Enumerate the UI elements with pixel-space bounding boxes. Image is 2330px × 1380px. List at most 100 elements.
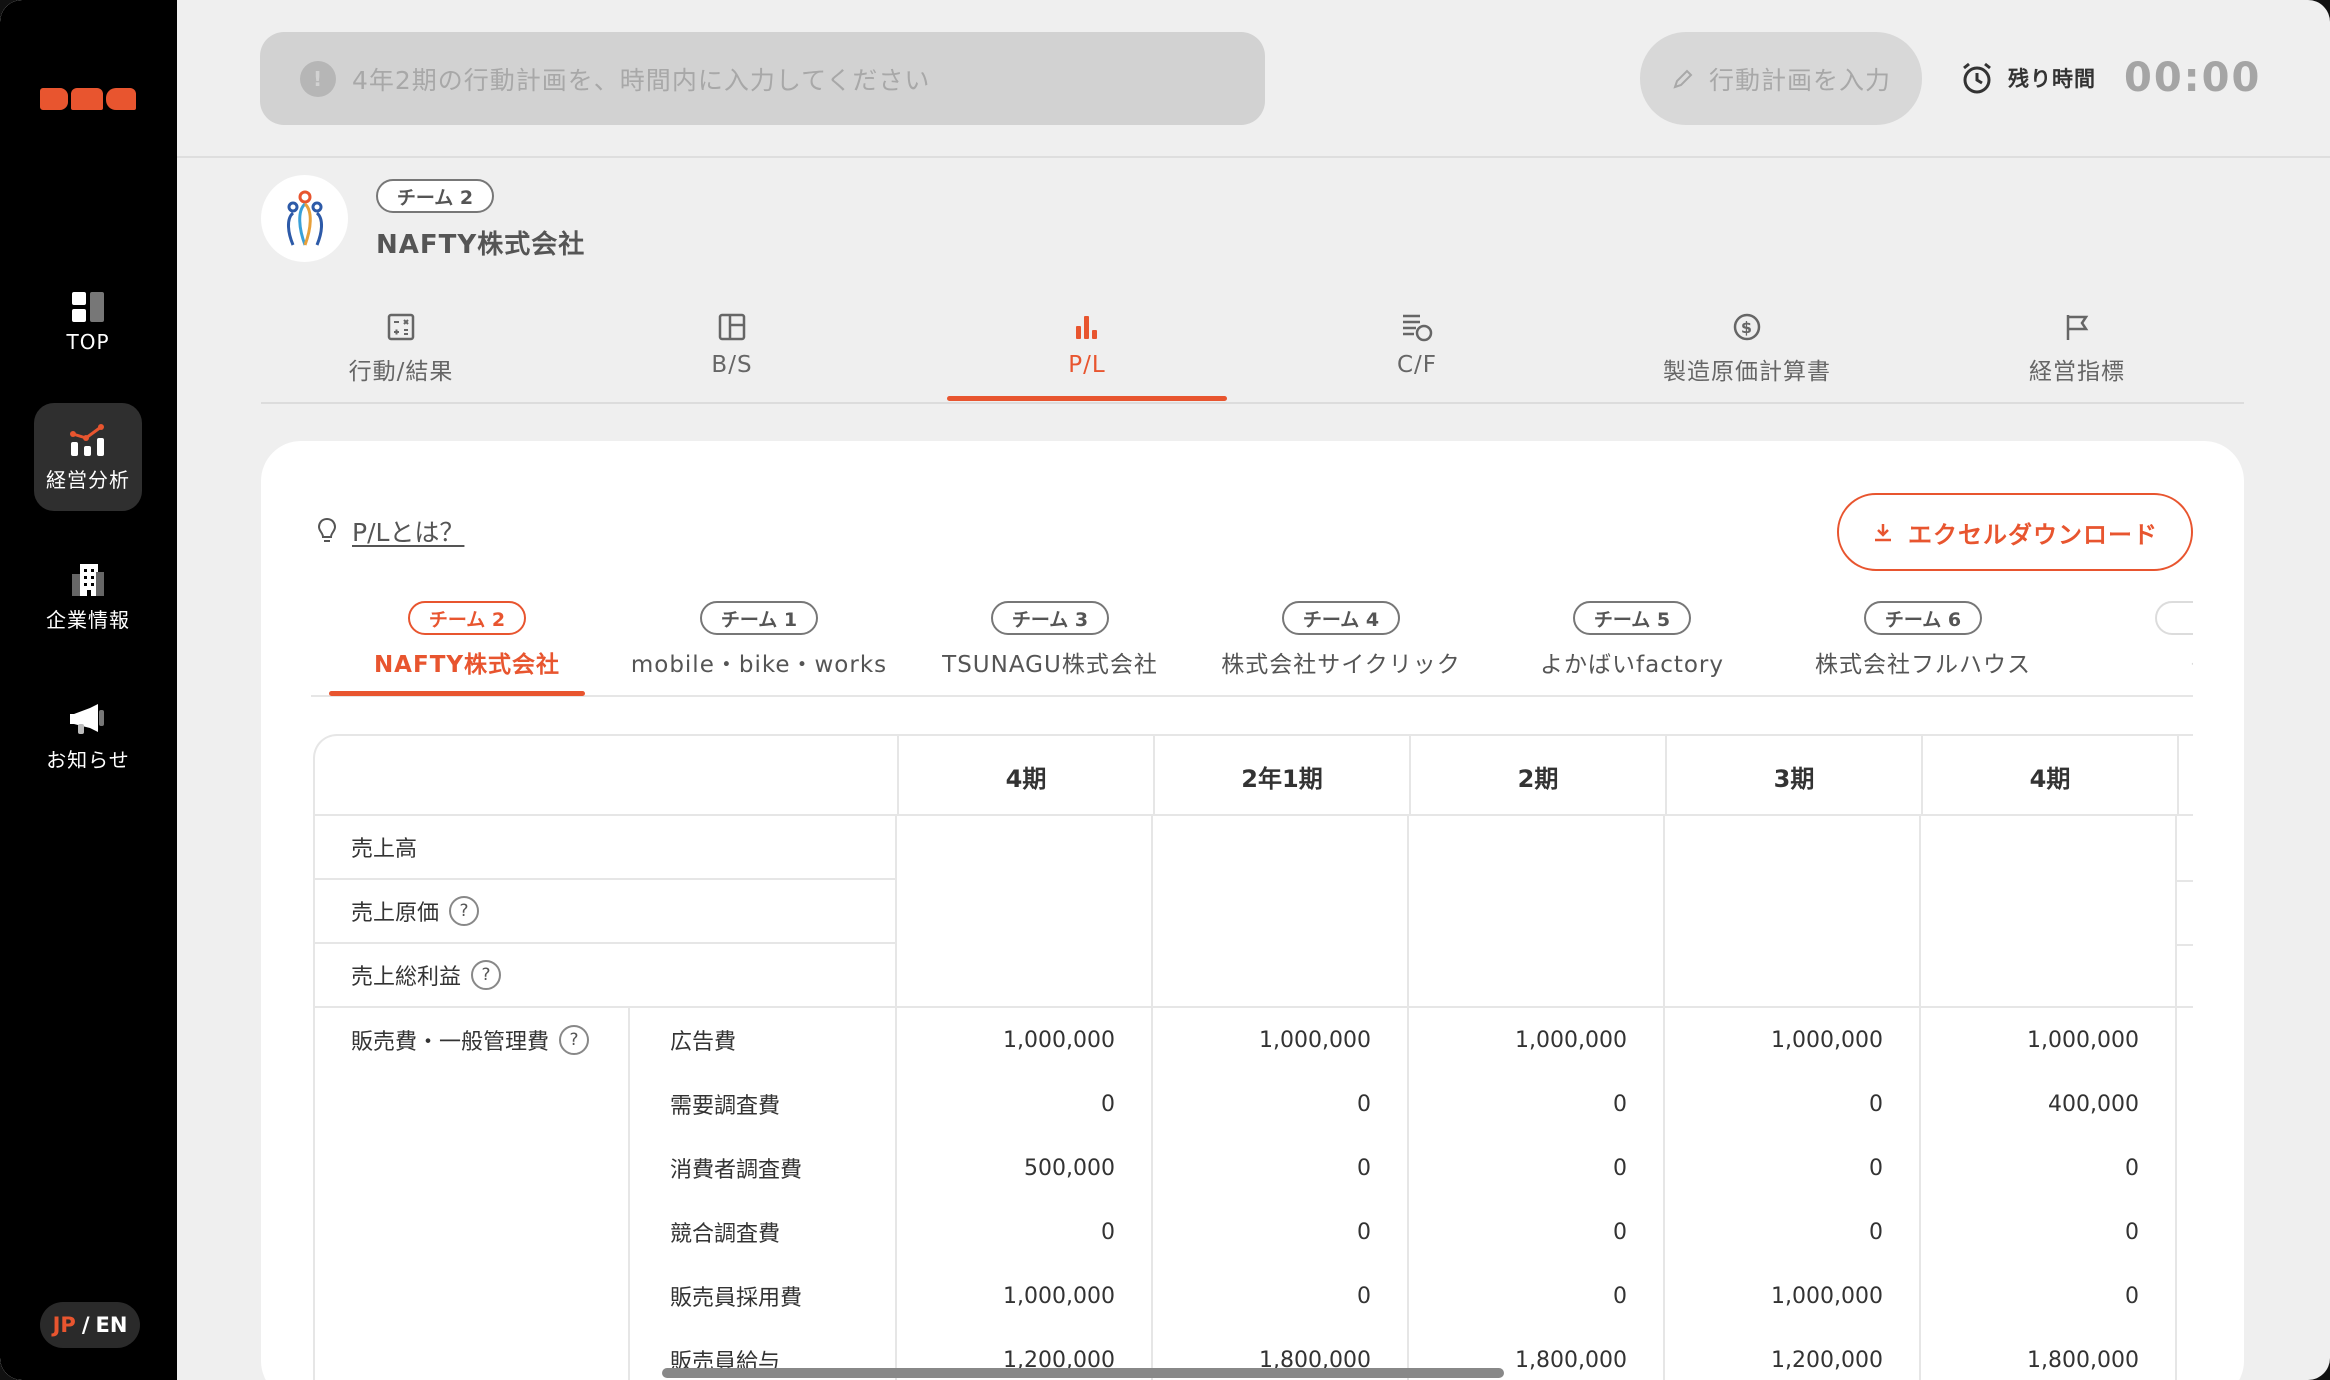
coins-icon [1403, 314, 1433, 342]
lang-jp[interactable]: JP [53, 1313, 76, 1337]
help-link-text: P/Lとは？ [352, 518, 465, 547]
pl-table: 4期 2年1期 2期 3期 4期 売上高 売上原価 ? 売上総利益 ? 販売費・… [313, 734, 2193, 1380]
table-cell: 0 [1869, 1155, 1883, 1181]
sidebar-item-analysis[interactable]: 経営分析 [34, 403, 142, 511]
tab-label: 経営指標 [2029, 359, 2125, 385]
table-cell: 0 [1357, 1091, 1371, 1117]
team-tab-5[interactable]: チーム 5 よかばいfactory [1497, 601, 1767, 679]
tab-bs[interactable]: B/S [592, 312, 872, 378]
sidebar-item-label: 企業情報 [46, 607, 130, 632]
dollar-icon: $ [1733, 313, 1761, 341]
language-switch[interactable]: JP / EN [40, 1302, 140, 1348]
table-cell: 0 [1357, 1219, 1371, 1245]
bmg-logo[interactable] [40, 70, 138, 110]
sga-item-label: 消費者調査費 [670, 1158, 803, 1183]
tab-manufacturing-cost[interactable]: $ 製造原価計算書 [1607, 312, 1887, 386]
team-name: mobile・bike・works [630, 652, 888, 678]
table-cell: 0 [2125, 1155, 2139, 1181]
enter-action-plan-button[interactable]: 行動計画を入力 [1640, 32, 1922, 125]
table-cell: 1,000,000 [1771, 1283, 1883, 1309]
help-question-icon[interactable]: ? [471, 960, 502, 990]
column-header: 4期 [897, 736, 1153, 816]
column-header: 3期 [1665, 736, 1921, 816]
pl-card: P/Lとは？ エクセルダウンロード チーム 2 NAFTY株式会社 チーム 1 … [261, 441, 2244, 1380]
tab-cf[interactable]: C/F [1277, 312, 1557, 378]
table-cell: 500,000 [1024, 1155, 1115, 1181]
pl-help-link[interactable]: P/Lとは？ [316, 513, 464, 549]
plan-button-label: 行動計画を入力 [1708, 65, 1891, 95]
sidebar-item-news[interactable]: お知らせ [34, 683, 142, 791]
tab-label: P/L [1068, 352, 1106, 378]
row-label: 売上原価 [351, 901, 440, 926]
help-question-icon[interactable]: ? [449, 896, 480, 926]
top-divider [177, 156, 2330, 158]
team-badge: チーム 5 [1573, 601, 1691, 635]
team-badge: チーム 4 [1282, 601, 1400, 635]
sidebar-item-top[interactable]: TOP [34, 268, 142, 376]
row-label: 売上高 [351, 837, 418, 862]
column-divider [628, 1008, 630, 1380]
table-cell: 0 [1101, 1219, 1115, 1245]
lang-en[interactable]: EN [95, 1313, 127, 1337]
action-plan-notice: ! 4年2期の行動計画を、時間内に入力してください [260, 32, 1265, 125]
sga-item-label: 販売員採用費 [670, 1286, 803, 1311]
row-gross-profit: 売上総利益 ? [315, 944, 897, 1008]
team-tab-3[interactable]: チーム 3 TSUNAGU株式会社 [915, 601, 1185, 679]
table-cell: 400,000 [2048, 1091, 2139, 1117]
tab-label: C/F [1396, 352, 1438, 378]
tab-label: B/S [711, 352, 753, 378]
team-tab-6[interactable]: チーム 6 株式会社フルハウス [1788, 601, 2058, 679]
download-icon [1875, 524, 1891, 542]
team-tab-7[interactable]: チ ケス [2079, 601, 2193, 679]
people-logo-icon [286, 190, 323, 246]
team-name: よかばいfactory [1540, 652, 1724, 678]
table-cell: 0 [1613, 1219, 1627, 1245]
tab-pl[interactable]: P/L [947, 312, 1227, 378]
sga-item-label: 需要調査費 [670, 1094, 781, 1119]
horizontal-scrollbar[interactable] [662, 1368, 1504, 1378]
table-cell: 0 [1613, 1283, 1627, 1309]
team-badge: チ [2155, 601, 2193, 635]
app-window: TOP 経営分析 企業情報 お知らせ JP / EN ! 4年2期の行動計画を、… [0, 0, 2330, 1380]
tab-action-result[interactable]: 行動/結果 [261, 312, 541, 386]
megaphone-icon [70, 703, 104, 734]
table-cell: 0 [2125, 1283, 2139, 1309]
table-cell: 1,000,000 [1003, 1027, 1115, 1053]
company-logo [261, 175, 348, 262]
building-icon [72, 563, 104, 596]
column-header: 2期 [1409, 736, 1665, 816]
sidebar: TOP 経営分析 企業情報 お知らせ JP / EN [0, 0, 177, 1380]
table-cell: 0 [1869, 1091, 1883, 1117]
timer-value: 00:00 [2124, 55, 2262, 101]
table-cell: 0 [1613, 1155, 1627, 1181]
remaining-time: 残り時間 00:00 [1960, 48, 2261, 108]
table-cell: 0 [1101, 1091, 1115, 1117]
team-badge: チーム 2 [408, 601, 526, 635]
sidebar-item-label: お知らせ [46, 747, 130, 772]
table-cell: 1,000,000 [2027, 1027, 2139, 1053]
lightbulb-icon [317, 517, 337, 542]
team-badge: チーム 3 [991, 601, 1109, 635]
help-question-icon[interactable]: ? [559, 1025, 590, 1055]
row-sga: 販売費・一般管理費 ? [315, 1008, 627, 1072]
table-cell: 1,000,000 [1003, 1283, 1115, 1309]
team-tab-2[interactable]: チーム 2 NAFTY株式会社 [332, 601, 602, 679]
team-name: TSUNAGU株式会社 [942, 652, 1158, 678]
excel-download-button[interactable]: エクセルダウンロード [1837, 493, 2193, 571]
active-team-indicator [329, 691, 585, 696]
svg-text:$: $ [1741, 318, 1753, 337]
table-header: 4期 2年1期 2期 3期 4期 [315, 736, 2193, 816]
timer-label: 残り時間 [2008, 67, 2096, 91]
lang-separator: / [81, 1313, 90, 1337]
team-tab-4[interactable]: チーム 4 株式会社サイクリック [1206, 601, 1476, 679]
company-name: NAFTY株式会社 [376, 230, 586, 260]
bar-chart-icon [1076, 316, 1097, 339]
table-cell: 1,200,000 [1771, 1347, 1883, 1373]
team-tab-1[interactable]: チーム 1 mobile・bike・works [624, 601, 894, 679]
sga-item-label: 広告費 [670, 1030, 737, 1055]
sidebar-item-label: 経営分析 [46, 467, 130, 492]
table-cell: 1,000,000 [1771, 1027, 1883, 1053]
tab-management-indicators[interactable]: 経営指標 [1937, 312, 2217, 386]
sidebar-item-company-info[interactable]: 企業情報 [34, 543, 142, 651]
row-label: 売上総利益 [351, 965, 462, 990]
